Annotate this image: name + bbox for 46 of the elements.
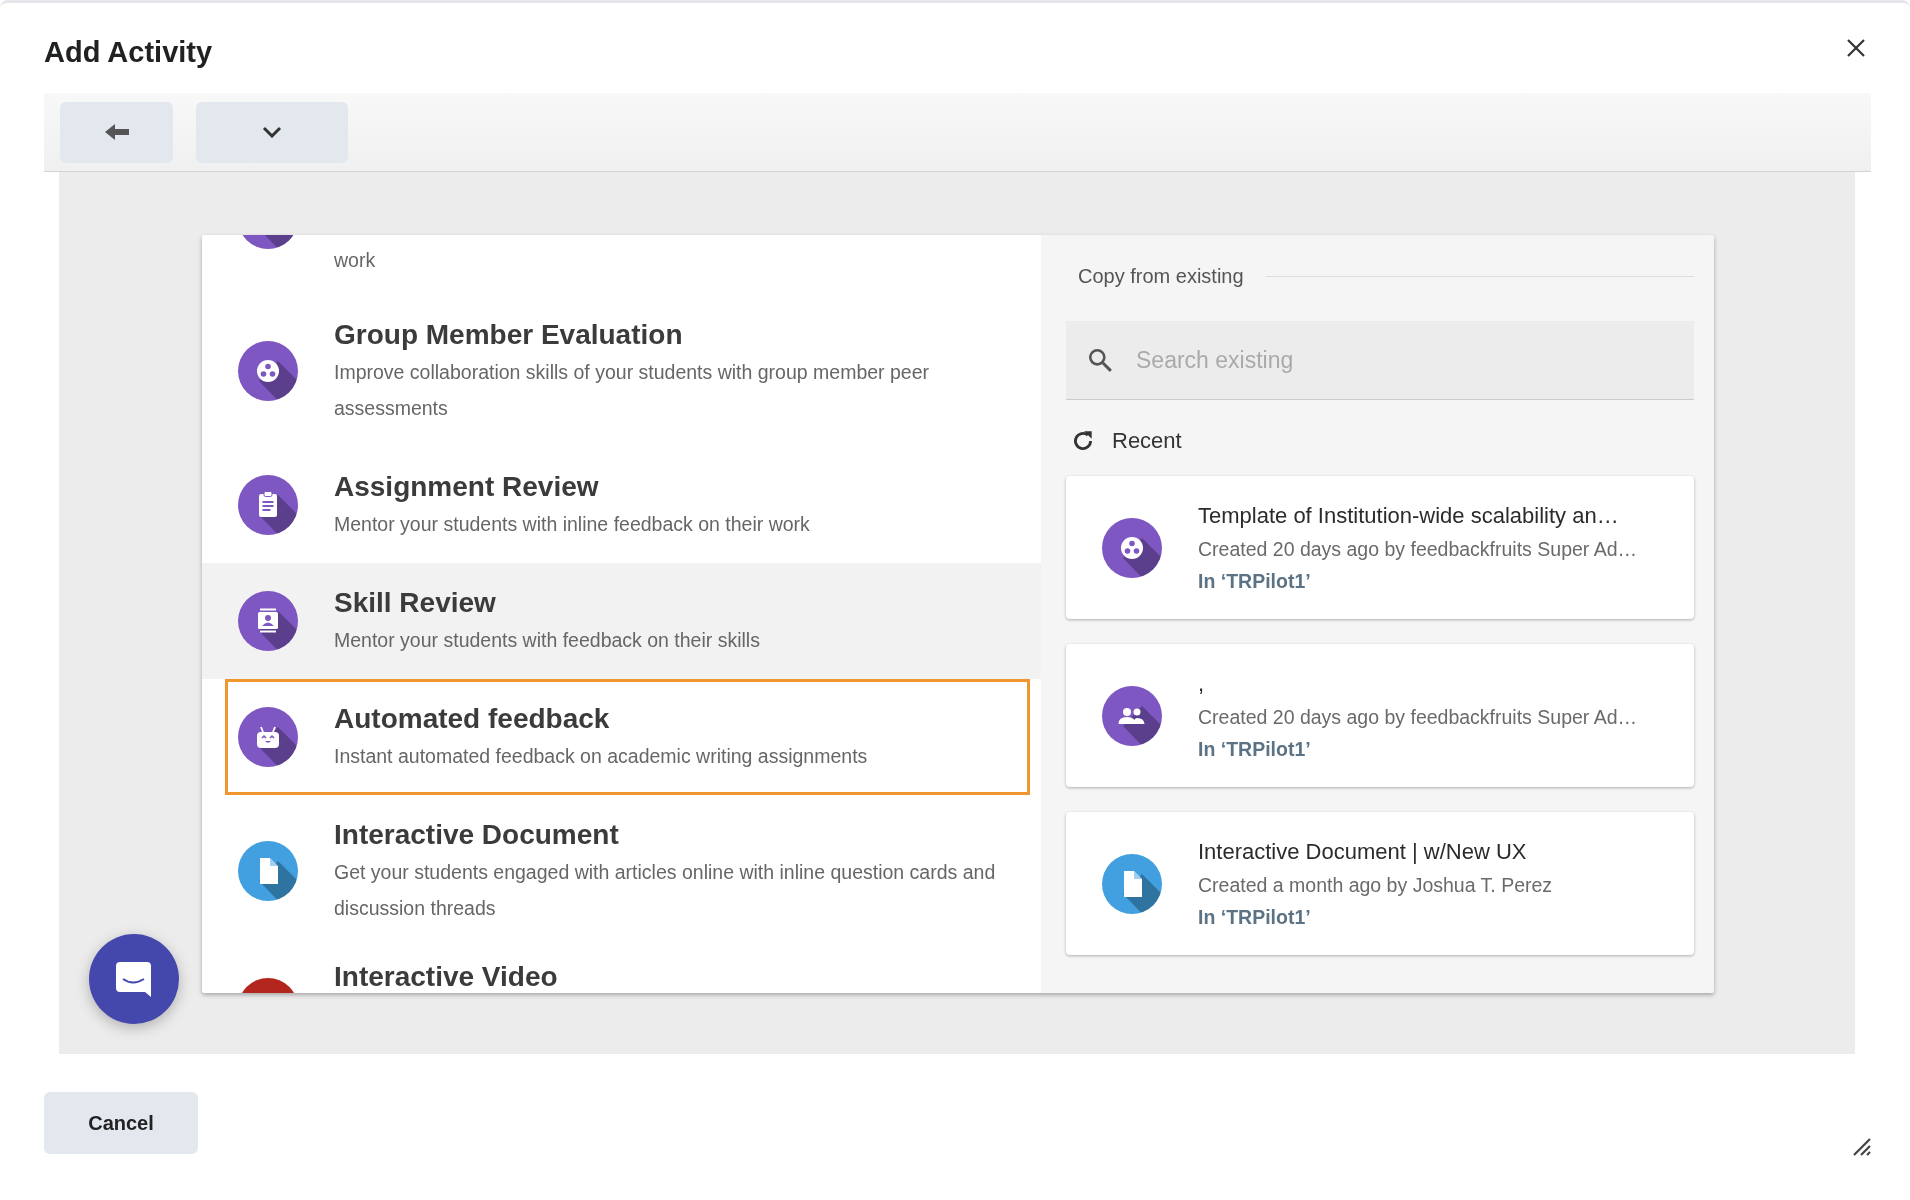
contact-icon [238, 591, 298, 651]
recent-label: Recent [1112, 428, 1182, 454]
card-meta: Created 20 days ago by feedbackfruits Super Ad… [1198, 537, 1639, 561]
resize-handle-icon[interactable] [1852, 1137, 1872, 1157]
card-location: In ‘TRPilot1’ [1198, 569, 1312, 593]
recent-activity-card[interactable]: Template of Institution-wide scalability an… Created 20 days ago by feedbackfruits Super Ad… In ‘TRPilot1’ [1066, 476, 1694, 619]
activity-title: Automated feedback [334, 702, 611, 736]
chevron-down-icon [262, 126, 282, 138]
robot-icon [238, 707, 298, 767]
document-icon [238, 841, 298, 901]
activity-item[interactable]: work [202, 235, 1041, 295]
activity-description: Improve collaboration skills of your students with group member peer assessments [334, 360, 931, 421]
search-field[interactable]: Search existing [1066, 321, 1694, 400]
card-title: Template of Institution-wide scalability an… [1198, 502, 1620, 529]
people-icon [1102, 685, 1162, 746]
close-icon[interactable] [1846, 38, 1866, 58]
activity-title: Group Member Evaluation [334, 318, 684, 352]
document-icon [1102, 853, 1162, 914]
activity-item[interactable]: Interactive Video [202, 947, 1041, 993]
activity-description: Instant automated feedback on academic writing assignments [334, 744, 869, 769]
recent-activity-card[interactable]: , Created 20 days ago by feedbackfruits Super Ad… In ‘TRPilot1’ [1066, 644, 1694, 787]
activity-item[interactable]: Skill Review Mentor your students with feedback on their skills [202, 563, 1041, 679]
clipboard-icon [238, 475, 298, 535]
activity-title: Interactive Video [334, 960, 559, 993]
activity-description: Get your students engaged with articles online with inline question cards and discussion threads [334, 860, 997, 921]
chat-button[interactable] [89, 934, 179, 1024]
card-location: In ‘TRPilot1’ [1198, 905, 1312, 929]
card-meta: Created 20 days ago by feedbackfruits Super Ad… [1198, 705, 1639, 729]
activity-description: work [334, 248, 377, 273]
card-title: Interactive Document | w/New UX [1198, 838, 1528, 865]
card-location: In ‘TRPilot1’ [1198, 737, 1312, 761]
activity-description: Mentor your students with feedback on their skills [334, 628, 761, 653]
card-title: , [1198, 670, 1206, 697]
activity-title: Assignment Review [334, 470, 600, 504]
card-meta: Created a month ago by Joshua T. Perez [1198, 873, 1554, 897]
cancel-button[interactable]: Cancel [44, 1092, 198, 1154]
search-icon [1087, 347, 1113, 373]
activity-title: Skill Review [334, 586, 497, 620]
arrow-left-icon [103, 122, 130, 142]
recent-activity-card[interactable]: Interactive Document | w/New UX Created a month ago by Joshua T. Perez In ‘TRPilot1’ [1066, 812, 1694, 955]
section-heading: Copy from existing [1078, 264, 1244, 288]
back-button[interactable] [60, 101, 173, 163]
activity-description: Mentor your students with inline feedback on their work [334, 512, 811, 537]
dialog-title: Add Activity [44, 34, 213, 69]
chat-icon [114, 959, 154, 999]
activity-title: Interactive Document [334, 818, 620, 852]
